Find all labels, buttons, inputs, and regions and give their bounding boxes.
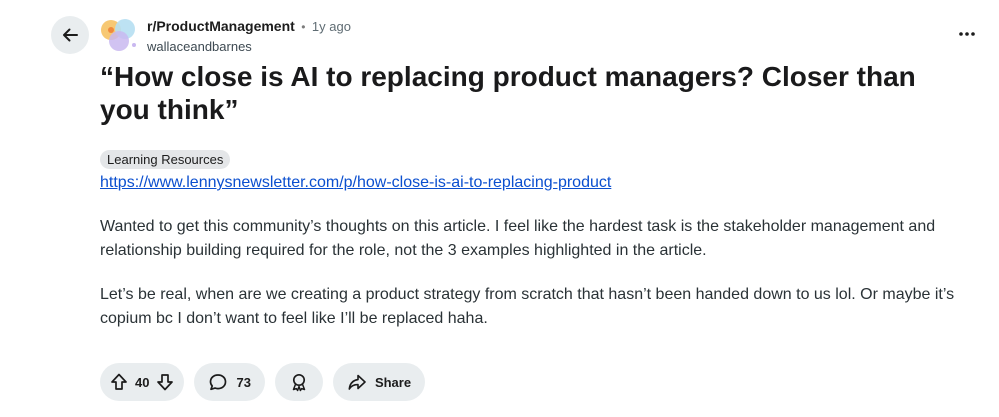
- post-time: 1y ago: [311, 19, 351, 34]
- subreddit-avatar[interactable]: [100, 17, 138, 53]
- vote-count: 40: [135, 374, 150, 390]
- award-button[interactable]: [274, 363, 323, 401]
- comment-count: 73: [236, 374, 251, 390]
- share-arrow-icon: [347, 372, 367, 392]
- arrow-left-icon: [60, 25, 80, 45]
- post-body-paragraph-2: Let’s be real, when are we creating a pr…: [100, 286, 955, 327]
- share-label: Share: [374, 374, 412, 390]
- arrow-up-icon: [109, 372, 129, 392]
- post-action-bar: 40 73 Share: [100, 363, 426, 401]
- post-title: “How close is AI to replacing product ma…: [100, 61, 916, 125]
- back-button[interactable]: [51, 16, 89, 54]
- downvote-button[interactable]: [153, 370, 177, 394]
- post-body-paragraph-1: Wanted to get this community’s thoughts …: [100, 218, 936, 259]
- share-button[interactable]: Share: [332, 363, 426, 401]
- more-options-button[interactable]: [953, 22, 981, 46]
- vote-control: 40: [100, 363, 185, 401]
- post-meta: r/ProductManagement • 1y ago wallaceandb…: [147, 18, 351, 55]
- arrow-down-icon: [155, 372, 175, 392]
- post-flair[interactable]: Learning Resources: [100, 150, 231, 169]
- comment-bubble-icon: [208, 372, 228, 392]
- upvote-button[interactable]: [107, 370, 131, 394]
- post-link[interactable]: https://www.lennysnewsletter.com/p/how-c…: [100, 173, 611, 193]
- comments-button[interactable]: 73: [194, 363, 265, 401]
- meta-separator: •: [301, 20, 306, 34]
- award-icon: [289, 372, 309, 392]
- more-horizontal-icon: [958, 31, 976, 37]
- subreddit-name[interactable]: r/ProductManagement: [147, 18, 295, 34]
- post-author[interactable]: wallaceandbarnes: [147, 38, 351, 55]
